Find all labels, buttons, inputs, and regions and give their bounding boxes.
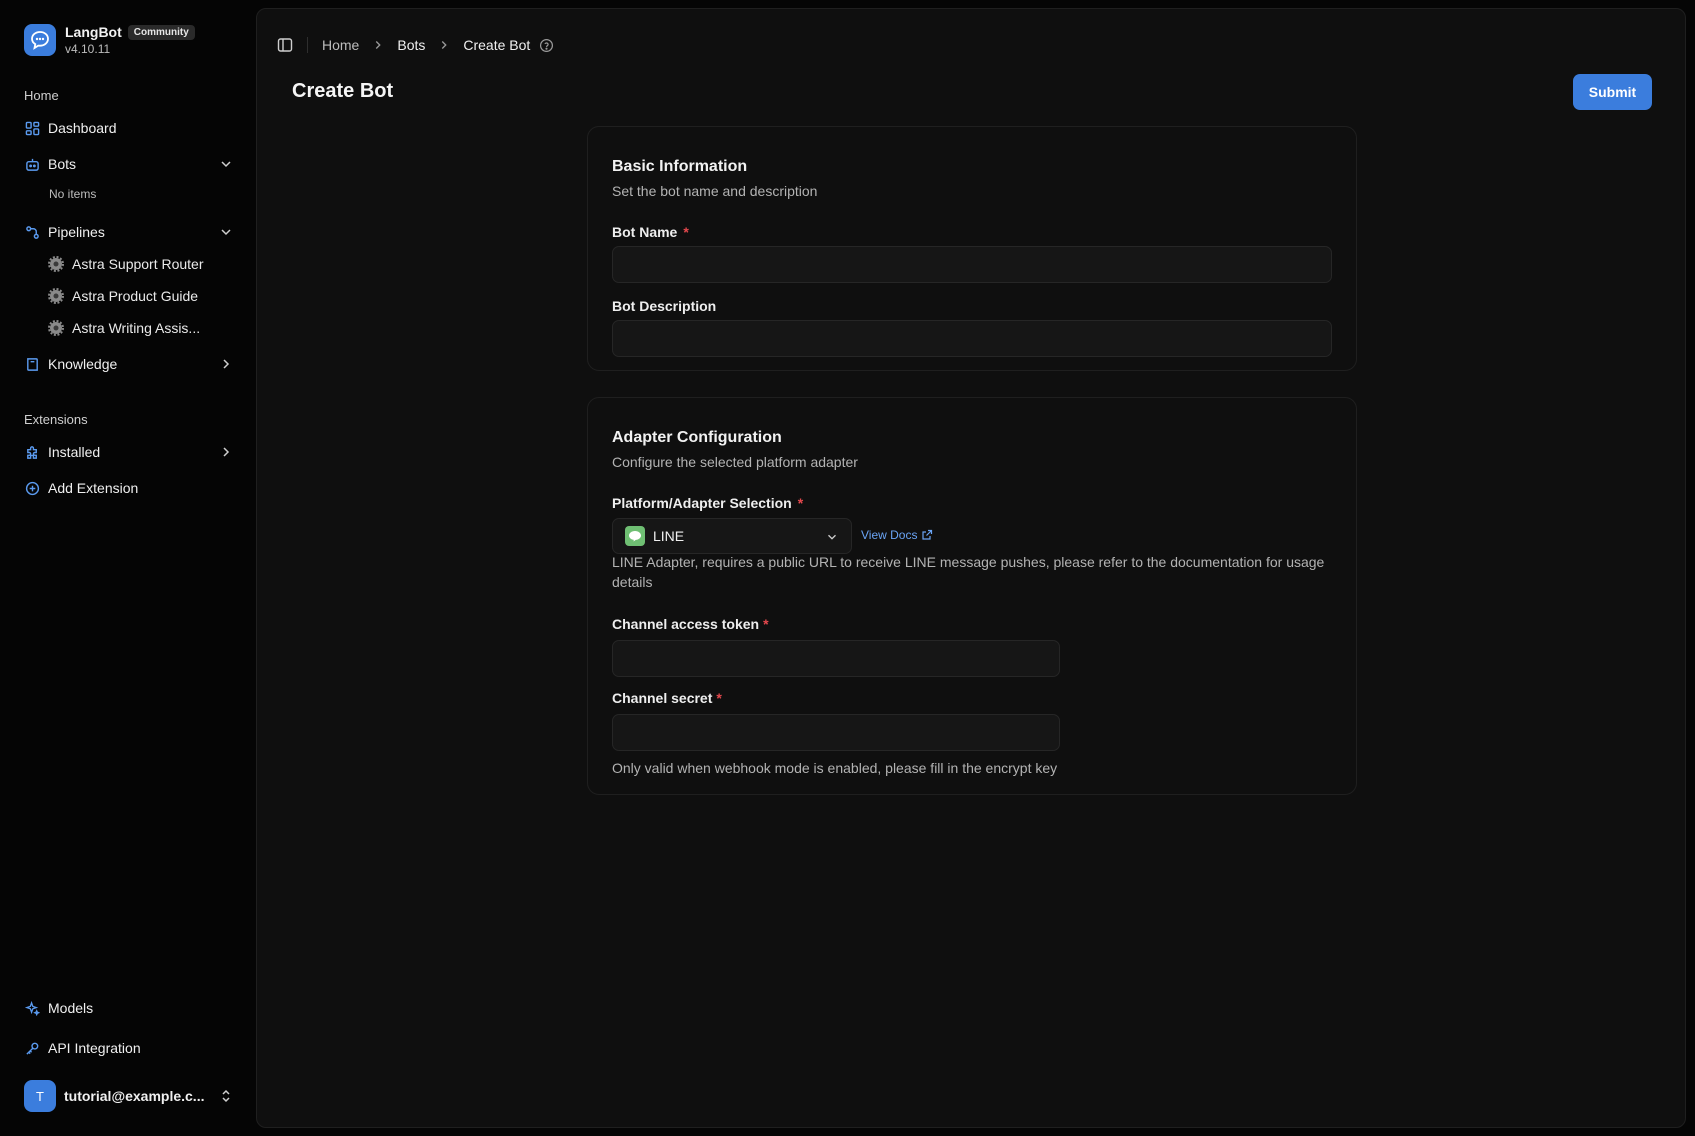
sidebar-item-label: Bots xyxy=(48,156,77,172)
card-title: Adapter Configuration xyxy=(612,429,782,446)
sidebar-item-models[interactable]: Models xyxy=(24,994,234,1022)
sidebar-item-label: API Integration xyxy=(48,1040,141,1056)
chevron-right-icon[interactable] xyxy=(218,444,234,460)
sidebar-item-label: Models xyxy=(48,1000,94,1016)
external-link-icon xyxy=(922,529,933,540)
sidebar-item-dashboard[interactable]: Dashboard xyxy=(24,114,234,142)
channel-access-token-input[interactable] xyxy=(612,640,1060,677)
channel-token-label-text: Channel access token xyxy=(612,616,760,632)
basic-information-card: Basic Information Set the bot name and d… xyxy=(587,126,1357,371)
bot-name-label-text: Bot Name xyxy=(612,224,678,240)
edition-badge: Community xyxy=(127,24,195,40)
bots-empty-label: No items xyxy=(49,187,97,201)
bot-icon xyxy=(24,156,40,172)
sidebar-item-label: Pipelines xyxy=(48,224,105,240)
sidebar: LangBot Community v4.10.11 Home Dashboar… xyxy=(0,0,256,1136)
gear-icon xyxy=(48,256,64,272)
bot-description-label: Bot Description xyxy=(612,298,717,314)
channel-secret-label-text: Channel secret xyxy=(612,690,713,706)
sidebar-item-label: Dashboard xyxy=(48,120,117,136)
channel-secret-help: Only valid when webhook mode is enabled,… xyxy=(612,760,1058,776)
extensions-section-label: Extensions xyxy=(24,412,88,427)
pipeline-item-label: Astra Support Router xyxy=(72,256,204,272)
channel-secret-input[interactable] xyxy=(612,714,1060,751)
chevron-right-icon xyxy=(376,41,382,49)
sidebar-item-installed[interactable]: Installed xyxy=(24,438,234,466)
required-mark: * xyxy=(716,690,722,706)
line-logo-icon xyxy=(625,526,645,546)
submit-button[interactable]: Submit xyxy=(1573,74,1652,110)
chevron-up-down-icon[interactable] xyxy=(218,1088,234,1104)
card-description: Set the bot name and description xyxy=(612,183,818,199)
sidebar-item-label: Add Extension xyxy=(48,480,139,496)
bot-name-input[interactable] xyxy=(612,246,1332,283)
adapter-help-text: LINE Adapter, requires a public URL to r… xyxy=(612,554,1325,590)
chevron-right-icon xyxy=(442,41,448,49)
sidebar-item-pipelines[interactable]: Pipelines xyxy=(24,218,234,246)
platform-select[interactable]: LINE xyxy=(612,518,852,554)
sparkle-icon xyxy=(24,1000,40,1016)
help-circle-icon[interactable] xyxy=(539,38,554,53)
sidebar-item-add-extension[interactable]: Add Extension xyxy=(24,474,234,502)
dashboard-icon xyxy=(24,120,40,136)
card-description: Configure the selected platform adapter xyxy=(612,454,858,470)
bot-description-input[interactable] xyxy=(612,320,1332,357)
adapter-configuration-card: Adapter Configuration Configure the sele… xyxy=(587,397,1357,795)
card-title: Basic Information xyxy=(612,158,748,175)
view-docs-link[interactable]: View Docs xyxy=(861,528,933,542)
user-menu[interactable]: T tutorial@example.c... xyxy=(24,1080,234,1112)
sidebar-item-label: Installed xyxy=(48,444,101,460)
channel-token-label: Channel access token * xyxy=(612,616,769,632)
gear-icon xyxy=(48,288,64,304)
book-icon xyxy=(24,356,40,372)
chevron-right-icon[interactable] xyxy=(218,356,234,372)
chevron-down-icon[interactable] xyxy=(218,156,234,172)
view-docs-text: View Docs xyxy=(861,528,918,542)
bot-name-label: Bot Name * xyxy=(612,224,689,240)
platform-selection-label-text: Platform/Adapter Selection xyxy=(612,495,792,511)
user-email: tutorial@example.c... xyxy=(64,1088,205,1104)
pipeline-item[interactable]: Astra Writing Assis... xyxy=(48,315,200,341)
channel-secret-label: Channel secret * xyxy=(612,690,722,706)
pipeline-icon xyxy=(24,224,40,240)
pipeline-item[interactable]: Astra Product Guide xyxy=(48,283,198,309)
pipeline-item[interactable]: Astra Support Router xyxy=(48,251,204,277)
gear-icon xyxy=(48,320,64,336)
brand[interactable]: LangBot Community v4.10.11 xyxy=(24,24,195,56)
home-section-label: Home xyxy=(24,88,59,103)
breadcrumb-bots[interactable]: Bots xyxy=(397,37,425,53)
sidebar-toggle-icon[interactable] xyxy=(277,37,293,53)
sidebar-item-knowledge[interactable]: Knowledge xyxy=(24,350,234,378)
required-mark: * xyxy=(797,495,804,511)
topbar: Home Bots Create Bot xyxy=(277,33,554,57)
avatar: T xyxy=(24,1080,56,1112)
pipeline-item-label: Astra Product Guide xyxy=(72,288,199,304)
divider xyxy=(307,37,308,53)
version-label: v4.10.11 xyxy=(65,42,111,56)
langbot-logo-icon xyxy=(24,24,56,56)
sidebar-item-api-integration[interactable]: API Integration xyxy=(24,1034,234,1062)
main-panel: Home Bots Create Bot Create Bot Submit B… xyxy=(256,8,1686,1128)
platform-selection-label: Platform/Adapter Selection * xyxy=(612,495,803,511)
breadcrumb-current: Create Bot xyxy=(463,37,531,53)
key-icon xyxy=(24,1040,40,1056)
pipeline-item-label: Astra Writing Assis... xyxy=(72,320,201,336)
required-mark: * xyxy=(683,224,689,240)
plus-circle-icon xyxy=(24,480,40,496)
chevron-down-icon[interactable] xyxy=(218,224,234,240)
sidebar-item-label: Knowledge xyxy=(48,356,118,372)
required-mark: * xyxy=(763,616,769,632)
page-title: Create Bot xyxy=(292,80,394,102)
breadcrumb-home[interactable]: Home xyxy=(322,37,359,53)
brand-name: LangBot xyxy=(65,24,122,40)
sidebar-item-bots[interactable]: Bots xyxy=(24,150,234,178)
chevron-down-icon xyxy=(828,534,836,540)
puzzle-icon xyxy=(24,444,40,460)
platform-select-value: LINE xyxy=(653,528,685,544)
